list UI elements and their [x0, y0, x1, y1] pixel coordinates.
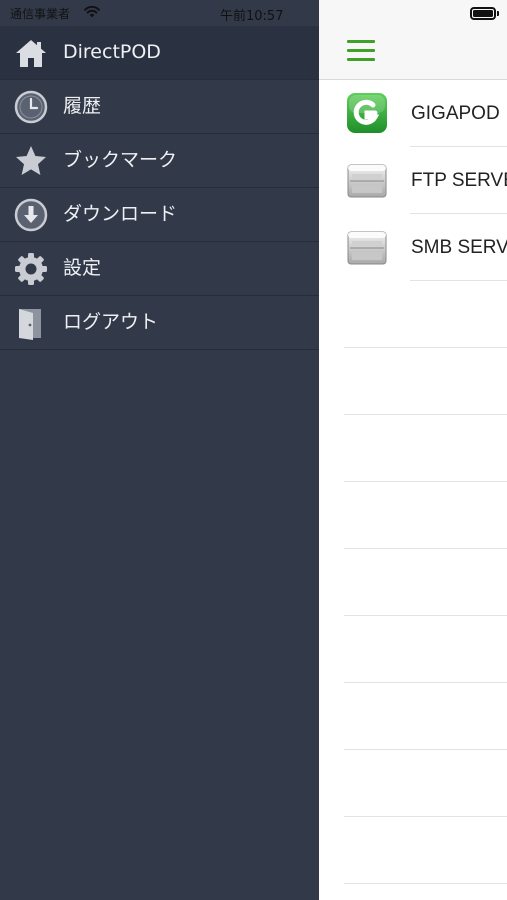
carrier-label: 通信事業者 — [10, 7, 71, 21]
sidebar-item-download[interactable]: ダウンロード — [0, 188, 319, 242]
sidebar-item-label: ダウンロード — [63, 203, 178, 225]
hamburger-menu-icon[interactable] — [347, 38, 375, 64]
server-label: SMB SERVER — [411, 237, 507, 258]
door-icon — [13, 305, 49, 341]
star-icon — [13, 143, 49, 179]
sidebar-item-label: 履歴 — [63, 95, 102, 117]
sidebar-item-label: DirectPOD — [63, 41, 161, 63]
wifi-icon — [84, 5, 100, 18]
divider — [344, 481, 507, 482]
divider — [344, 816, 507, 817]
divider — [344, 682, 507, 683]
gear-icon — [13, 251, 49, 287]
sidebar-item-label: ログアウト — [63, 311, 159, 333]
server-label: FTP SERVER — [411, 170, 507, 191]
sidebar-item-directpod[interactable]: DirectPOD — [0, 26, 319, 80]
battery-icon — [470, 7, 500, 21]
divider — [410, 280, 507, 281]
sidebar-item-bookmark[interactable]: ブックマーク — [0, 134, 319, 188]
gigapod-logo-icon — [346, 92, 388, 134]
divider — [410, 146, 507, 147]
status-time: 午前10:57 — [220, 9, 284, 24]
download-icon — [13, 197, 49, 233]
server-item-gigapod[interactable]: GIGAPOD — [319, 80, 507, 147]
sidebar-item-label: 設定 — [63, 257, 102, 279]
divider — [344, 749, 507, 750]
server-item-smb[interactable]: SMB SERVER — [319, 214, 507, 281]
divider — [344, 548, 507, 549]
divider — [344, 347, 507, 348]
server-icon — [346, 159, 388, 201]
divider — [410, 213, 507, 214]
home-icon — [13, 35, 49, 71]
sidebar-item-history[interactable]: 履歴 — [0, 80, 319, 134]
server-item-ftp[interactable]: FTP SERVER — [319, 147, 507, 214]
sidebar-item-settings[interactable]: 設定 — [0, 242, 319, 296]
divider — [344, 615, 507, 616]
server-icon — [346, 226, 388, 268]
divider — [344, 414, 507, 415]
sidebar-item-logout[interactable]: ログアウト — [0, 296, 319, 350]
sidebar-drawer: 通信事業者 午前10:57 DirectPOD 履歴 ブックマーク ダウンロード… — [0, 0, 319, 900]
server-label: GIGAPOD — [411, 103, 500, 124]
sidebar-item-label: ブックマーク — [63, 149, 178, 171]
divider — [344, 883, 507, 884]
clock-icon — [13, 89, 49, 125]
